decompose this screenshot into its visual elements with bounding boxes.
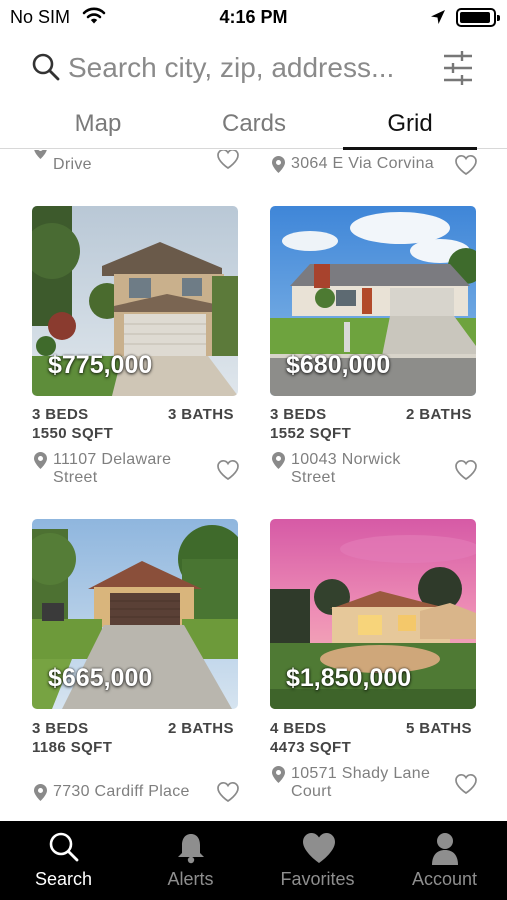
nav-label: Account [411,869,478,889]
listing-photo[interactable]: $665,000 [32,519,238,709]
favorite-heart-icon[interactable] [454,773,478,795]
nav-label: Alerts [167,869,214,889]
listing-address-line1: 10043 Norwick [291,451,401,468]
location-pin-icon [272,156,285,178]
location-pin-icon [34,784,47,806]
listing-address-line1: 10571 Shady Lane [291,765,431,782]
nav-search[interactable]: Search [0,821,127,900]
listing-beds: 4 BEDS [270,720,327,737]
search-icon[interactable] [31,52,61,87]
listing-grid[interactable]: Drive 3064 E Via Corvina $775,000 3 BEDS… [0,150,507,821]
listing-baths: 2 BATHS [168,720,234,737]
favorite-heart-icon[interactable] [454,154,478,176]
location-pin-icon [272,452,285,474]
listing-photo[interactable]: $680,000 [270,206,476,396]
listing-price: $1,850,000 [286,664,412,692]
location-pin-icon [272,766,285,788]
nav-label: Search [34,869,93,889]
listing-price: $665,000 [48,664,153,692]
listing-address-line2: Drive [53,156,92,173]
search-icon [47,831,81,870]
listing-address-line1: 11107 Delaware [53,451,172,468]
tab-map[interactable]: Map [28,104,168,149]
listing-beds: 3 BEDS [32,406,89,423]
listing-address-line2: Street [53,469,98,486]
listing-sqft: 4473 SQFT [270,739,352,756]
listing-baths: 5 BATHS [406,720,472,737]
status-bar: No SIM 4:16 PM [0,0,507,36]
listing-photo[interactable]: $775,000 [32,206,238,396]
favorite-heart-icon[interactable] [216,781,240,803]
listing-address-line2: Street [291,469,336,486]
tab-grid[interactable]: Grid [340,104,480,150]
nav-account[interactable]: Account [381,821,507,900]
listing-baths: 3 BATHS [168,406,234,423]
favorite-heart-icon[interactable] [216,459,240,481]
heart-icon [301,831,337,870]
listing-photo[interactable]: $1,850,000 [270,519,476,709]
listing-beds: 3 BEDS [32,720,89,737]
nav-favorites[interactable]: Favorites [254,821,381,900]
listing-baths: 2 BATHS [406,406,472,423]
listing-price: $680,000 [286,351,391,379]
bottom-tab-bar: Search Alerts Favorites Account [0,821,507,900]
nav-label: Favorites [280,869,355,889]
bell-icon [174,831,208,870]
listing-sqft: 1550 SQFT [32,425,114,442]
listing-address-line2: Court [291,783,332,800]
search-bar [0,45,507,95]
person-icon [428,831,462,870]
tab-cards[interactable]: Cards [184,104,324,149]
listing-sqft: 1186 SQFT [32,739,113,756]
location-pin-icon [34,150,47,164]
listing-address-line1: 7730 Cardiff Place [53,783,190,800]
favorite-heart-icon[interactable] [454,459,478,481]
listing-price: $775,000 [48,351,153,379]
battery-icon [456,8,500,27]
favorite-heart-icon[interactable] [216,150,240,170]
listing-beds: 3 BEDS [270,406,327,423]
listing-address-line1: 3064 E Via Corvina [291,155,434,172]
search-input[interactable] [68,49,428,87]
location-pin-icon [34,452,47,474]
location-arrow-icon [430,9,446,30]
view-tabs: Map Cards Grid [0,104,507,150]
filter-sliders-icon[interactable] [440,49,476,92]
listing-sqft: 1552 SQFT [270,425,352,442]
nav-alerts[interactable]: Alerts [127,821,254,900]
